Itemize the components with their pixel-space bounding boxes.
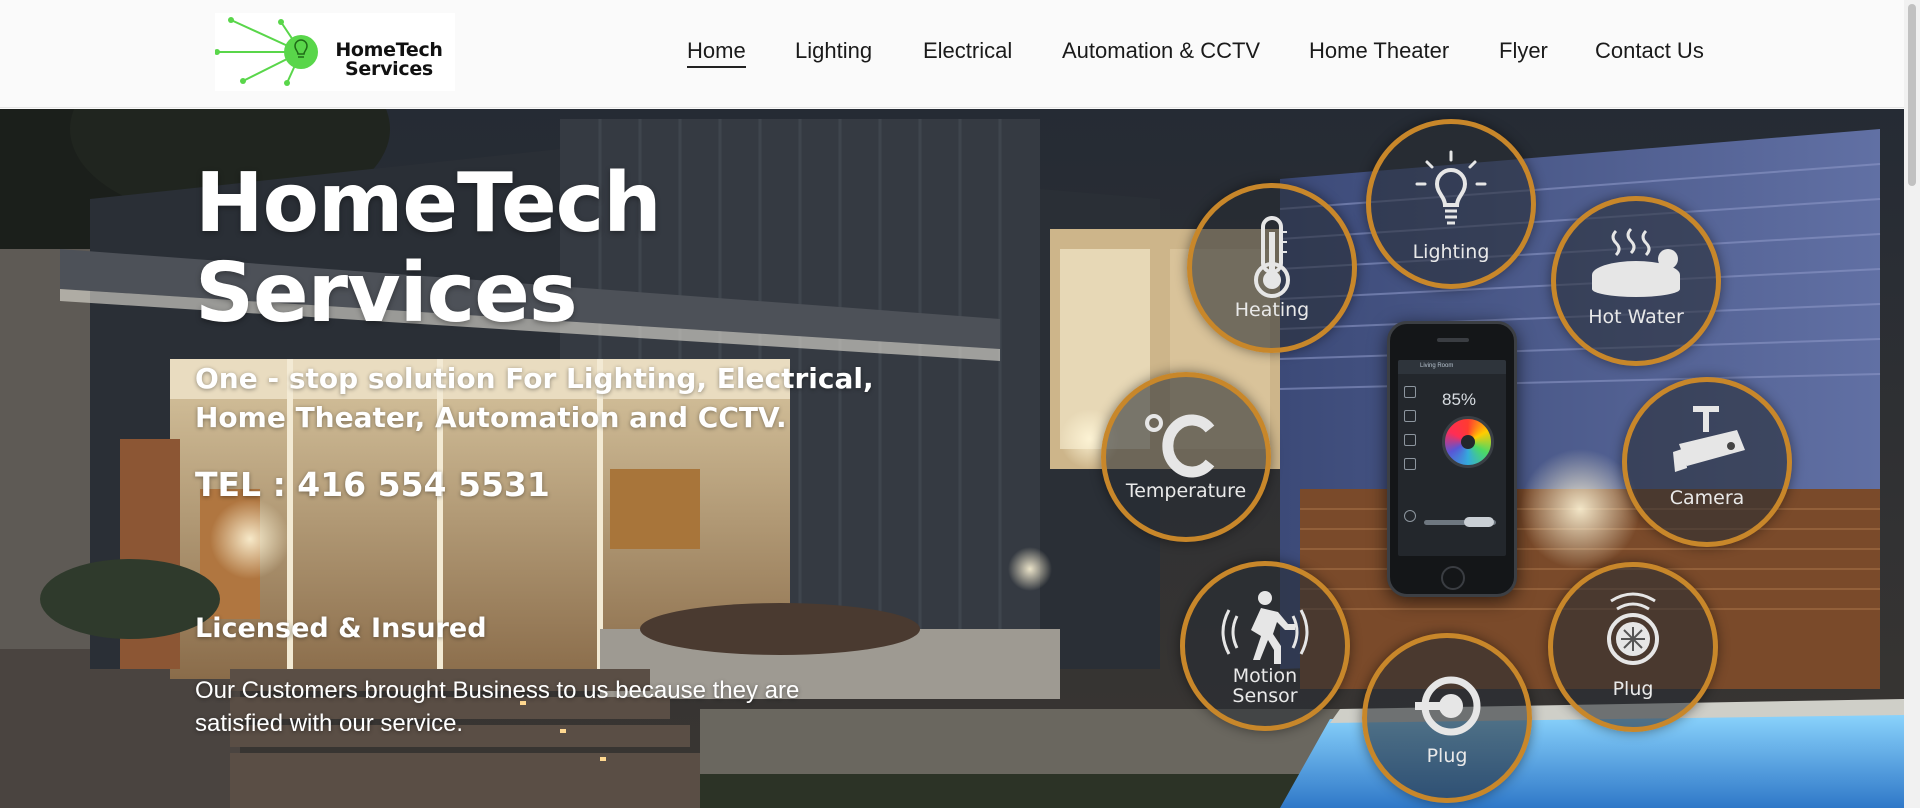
- nav-automation-cctv[interactable]: Automation & CCTV: [1062, 38, 1260, 64]
- hero-subtitle: One - stop solution For Lighting, Electr…: [195, 362, 874, 434]
- feature-label-sensor: Sensor: [1232, 685, 1298, 707]
- power-plug-icon: [1415, 676, 1481, 736]
- feature-label-plug-right: Plug: [1612, 678, 1654, 700]
- phone-home-button: [1441, 566, 1465, 590]
- feature-motion-sensor: Motion Sensor: [1180, 561, 1350, 731]
- nav-electrical[interactable]: Electrical: [923, 38, 1012, 64]
- feature-label-plug-center: Plug: [1426, 745, 1468, 767]
- phone-color-wheel: [1442, 416, 1494, 468]
- feature-hot-water: Hot Water: [1551, 196, 1721, 366]
- feature-lighting: Lighting: [1366, 119, 1536, 289]
- licensed-insured-heading: Licensed & Insured: [195, 613, 487, 644]
- phone-app-header: Living Room: [1398, 360, 1506, 374]
- feature-label-heating: Heating: [1234, 299, 1310, 321]
- hero-title-line-1: HomeTech: [195, 156, 662, 251]
- phone-bulb-icon: [1404, 386, 1416, 398]
- feature-temperature: Temperature: [1101, 372, 1271, 542]
- phone-dimmer-percent: 85%: [1442, 390, 1477, 409]
- hero-phone-number: TEL : 416 554 5531: [195, 465, 550, 504]
- nav-flyer[interactable]: Flyer: [1499, 38, 1548, 64]
- feature-label-lighting: Lighting: [1412, 241, 1490, 263]
- hot-tub-icon: [1592, 227, 1680, 297]
- phone-thermo-icon: [1404, 410, 1416, 422]
- phone-power-icon: [1404, 510, 1416, 522]
- nav-lighting[interactable]: Lighting: [795, 38, 872, 64]
- phone-blinds-icon: [1404, 458, 1416, 470]
- nav-home[interactable]: Home: [687, 38, 746, 68]
- thermometer-icon: [1254, 216, 1290, 298]
- nav-home-theater[interactable]: Home Theater: [1309, 38, 1449, 64]
- smartphone-app-image: Living Room 85%: [1387, 321, 1517, 597]
- feature-label-camera: Camera: [1669, 487, 1745, 509]
- hero-title: HomeTech Services: [195, 159, 895, 339]
- phone-screen: Living Room 85%: [1398, 360, 1506, 556]
- hero-title-line-2: Services: [195, 246, 578, 341]
- hero-section: HomeTech Services One - stop solution Fo…: [0, 109, 1904, 808]
- phone-app-title: Living Room: [1420, 363, 1454, 369]
- scrollbar-thumb[interactable]: [1908, 4, 1916, 186]
- feature-camera: Camera: [1622, 377, 1792, 547]
- security-camera-icon: [1673, 406, 1745, 472]
- main-nav: Home Lighting Electrical Automation & CC…: [0, 38, 1904, 68]
- smart-plug-icon: [1607, 592, 1659, 665]
- feature-label-motion: Motion: [1232, 665, 1298, 687]
- hero-description: Our Customers brought Business to us bec…: [195, 677, 800, 737]
- page-scrollbar[interactable]: [1904, 0, 1920, 808]
- nav-contact-us[interactable]: Contact Us: [1595, 38, 1704, 64]
- phone-speaker: [1437, 338, 1469, 342]
- celsius-icon: [1145, 414, 1215, 478]
- feature-plug-right: Plug: [1548, 562, 1718, 732]
- feature-plug-center: Plug: [1362, 633, 1532, 803]
- feature-label-temperature: Temperature: [1125, 480, 1247, 502]
- site-header: HomeTech Services Home Lighting Electric…: [0, 0, 1904, 108]
- phone-slider-knob: [1464, 517, 1494, 527]
- phone-lock-icon: [1404, 434, 1416, 446]
- feature-heating: Heating: [1187, 183, 1357, 353]
- feature-label-hot-water: Hot Water: [1588, 306, 1684, 328]
